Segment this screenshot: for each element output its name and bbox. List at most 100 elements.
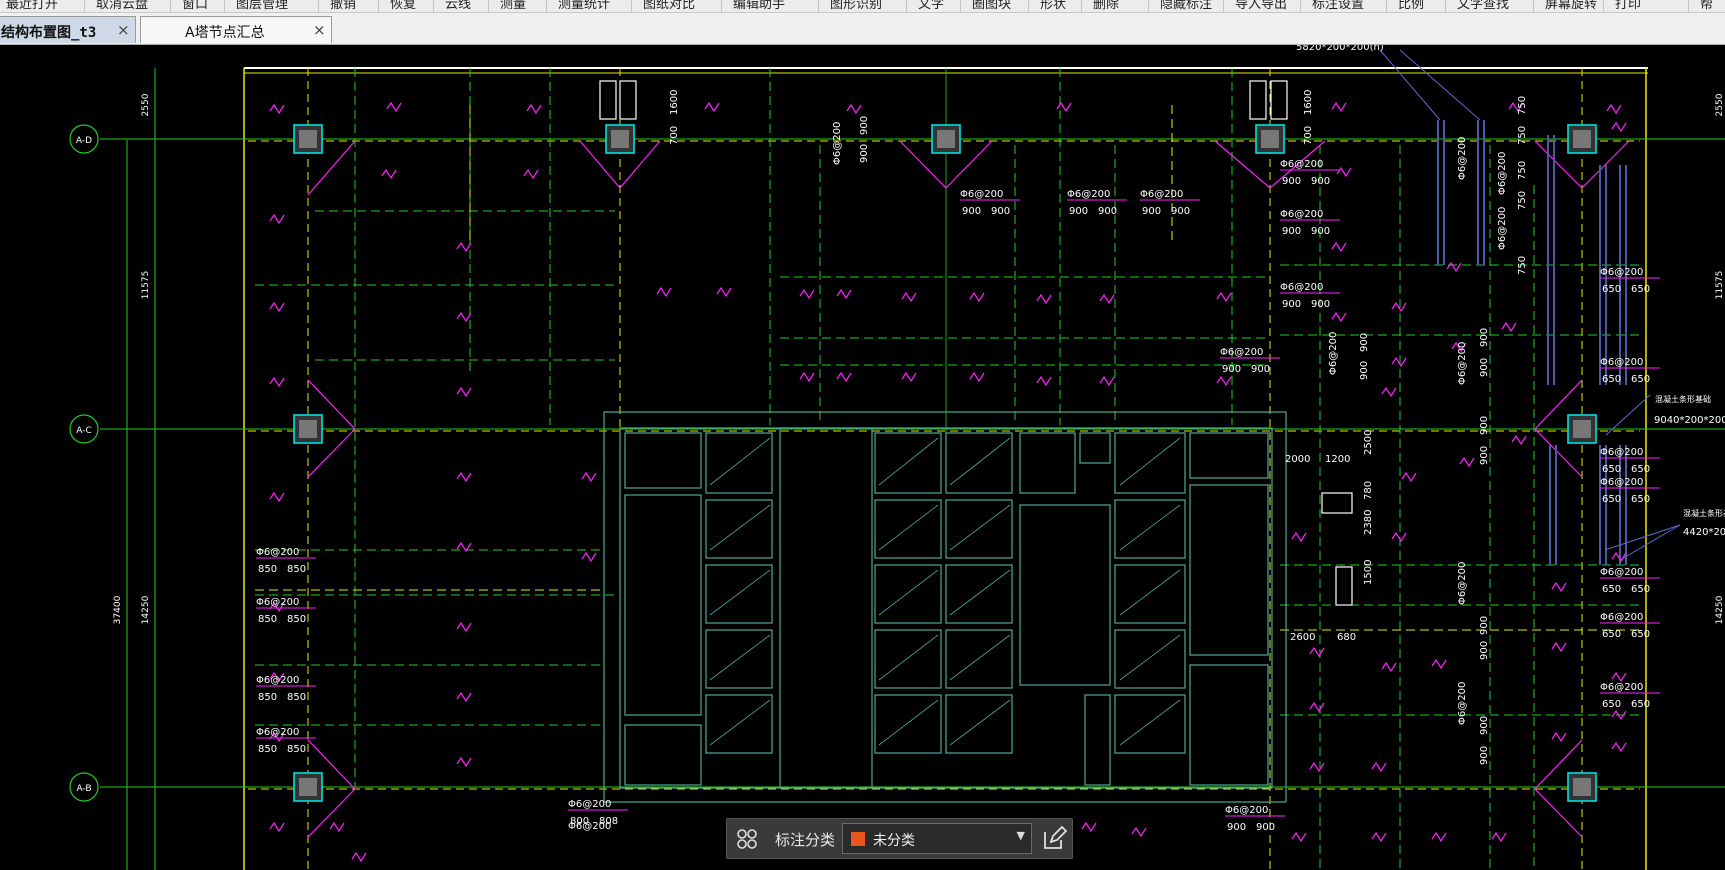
axis-bubble-A-D[interactable]: A-D xyxy=(69,124,99,154)
menu-separator xyxy=(906,0,907,12)
rebar-mark xyxy=(269,301,285,313)
rebar-label: Φ6@200 xyxy=(1328,332,1339,375)
rebar-mark xyxy=(1216,375,1232,387)
menu-item[interactable]: 取消云盘 xyxy=(96,0,148,12)
menu-separator xyxy=(546,0,547,12)
dim-text: 850 xyxy=(287,614,306,625)
axis-label: A-B xyxy=(76,784,91,794)
column-hatch xyxy=(299,130,317,148)
dim-text: 2380 xyxy=(1363,510,1374,535)
menu-item[interactable]: 隐藏标注 xyxy=(1160,0,1212,12)
dim-text: 900 xyxy=(1479,616,1490,635)
rebar-label: Φ6@200 xyxy=(256,547,299,558)
menu-separator xyxy=(433,0,434,12)
structural-plan-drawing[interactable]: A-D A-C A-B 2550 11575 14250 37400 2550 … xyxy=(0,45,1725,870)
yellow-beam-lines xyxy=(255,105,1640,631)
dim-text: 900 xyxy=(1479,716,1490,735)
menu-item[interactable]: 文字查找 xyxy=(1457,0,1509,12)
menu-item[interactable]: 测量统计 xyxy=(558,0,610,12)
menu-separator xyxy=(170,0,171,12)
menu-item[interactable]: 标注设置 xyxy=(1312,0,1364,12)
menu-item[interactable]: 帮 xyxy=(1700,0,1713,12)
column-hatch xyxy=(1573,130,1591,148)
dim-text: 900 xyxy=(1142,206,1161,217)
rebar-mark xyxy=(799,371,815,383)
menu-item[interactable]: 比例 xyxy=(1398,0,1424,12)
annotation-toolbar: 标注分类 未分类 ▼ xyxy=(726,818,1073,859)
rebar-mark xyxy=(901,371,917,383)
grid-icon[interactable] xyxy=(735,827,759,851)
rebar-mark xyxy=(1309,761,1325,773)
menu-item[interactable]: 测量 xyxy=(500,0,526,12)
document-tab-bar: 结构布置图_t3 × A塔节点汇总 × xyxy=(0,13,1725,45)
menu-item[interactable]: 文字 xyxy=(918,0,944,12)
dim-text: 780 xyxy=(1363,481,1374,500)
menu-separator xyxy=(318,0,319,12)
menu-item[interactable]: 屏幕旋转 xyxy=(1545,0,1597,12)
menu-item[interactable]: 恢复 xyxy=(390,0,416,12)
dim-text: 850 xyxy=(287,692,306,703)
rebar-label: Φ6@200 xyxy=(1280,282,1323,293)
dim-text: 850 xyxy=(287,744,306,755)
dim-text: 900 xyxy=(1479,416,1490,435)
axis-bubble-A-C[interactable]: A-C xyxy=(69,414,99,444)
rebar-mark xyxy=(1391,531,1407,543)
rebar-mark xyxy=(1131,826,1147,838)
dim-text: 900 xyxy=(1479,641,1490,660)
dim-text: 850 xyxy=(258,564,277,575)
rebar-mark xyxy=(1056,101,1072,113)
rebar-mark xyxy=(1099,375,1115,387)
menu-item[interactable]: 最近打开 xyxy=(6,0,58,12)
note-beam2-title: 混凝土条形基础 xyxy=(1683,508,1725,518)
rebar-label: Φ6@200 xyxy=(1497,207,1508,250)
dim-text: 900 xyxy=(1311,299,1330,310)
rebar-label: Φ6@200 xyxy=(256,675,299,686)
drawing-canvas[interactable]: A-D A-C A-B 2550 11575 14250 37400 2550 … xyxy=(0,45,1725,870)
rebar-mark xyxy=(1459,456,1475,468)
rebar-mark xyxy=(329,821,345,833)
menu-item[interactable]: 窗口 xyxy=(182,0,208,12)
menu-item[interactable]: 图形识别 xyxy=(830,0,882,12)
rebar-mark xyxy=(1291,831,1307,843)
dim-text: 850 xyxy=(258,692,277,703)
tab-node-summary[interactable]: A塔节点汇总 × xyxy=(140,16,332,43)
menu-item[interactable]: 导入导出 xyxy=(1235,0,1287,12)
menu-separator xyxy=(1300,0,1301,12)
menu-item[interactable]: 图层管理 xyxy=(236,0,288,12)
rebar-mark xyxy=(704,101,720,113)
rebar-label: Φ6@200 xyxy=(1600,447,1643,458)
rebar-label: Φ6@200 xyxy=(256,727,299,738)
tab-structure-layout[interactable]: 结构布置图_t3 × xyxy=(0,16,136,43)
rebar-mark xyxy=(716,286,732,298)
menu-item[interactable]: 打印 xyxy=(1615,0,1641,12)
menu-item[interactable]: 编辑助手 xyxy=(733,0,785,12)
rebar-mark xyxy=(1511,434,1527,446)
menu-item[interactable]: 圈图块 xyxy=(972,0,1011,12)
menu-item[interactable]: 云线 xyxy=(445,0,471,12)
dim-text: 900 xyxy=(1227,822,1246,833)
note-beam1: 9040*200*200(h) xyxy=(1654,415,1725,426)
note-beam1-title: 混凝土条形基础 xyxy=(1655,394,1711,404)
menu-item[interactable]: 删除 xyxy=(1093,0,1119,12)
menu-item[interactable]: 撤销 xyxy=(330,0,356,12)
dim-text: 650 xyxy=(1602,284,1621,295)
close-icon[interactable]: × xyxy=(313,21,326,39)
rebar-mark xyxy=(523,168,539,180)
dim-text: 2550 xyxy=(141,93,151,116)
annotation-category-select[interactable]: 未分类 ▼ xyxy=(842,823,1032,854)
rebar-mark xyxy=(456,471,472,483)
dim-text: 750 xyxy=(1517,191,1528,210)
menu-item[interactable]: 图纸对比 xyxy=(643,0,695,12)
close-icon[interactable]: × xyxy=(117,21,130,39)
axis-label: A-C xyxy=(76,426,92,436)
dim-text: 850 xyxy=(258,614,277,625)
edit-icon[interactable] xyxy=(1041,826,1067,852)
menu-item[interactable]: 形状 xyxy=(1040,0,1066,12)
rebar-mark xyxy=(1331,101,1347,113)
rebar-mark xyxy=(1081,821,1097,833)
column-hatch xyxy=(1573,420,1591,438)
menu-separator xyxy=(818,0,819,12)
axis-bubble-A-B[interactable]: A-B xyxy=(69,772,99,802)
dim-text: 750 xyxy=(1517,256,1528,275)
dim-text: 900 xyxy=(1479,358,1490,377)
